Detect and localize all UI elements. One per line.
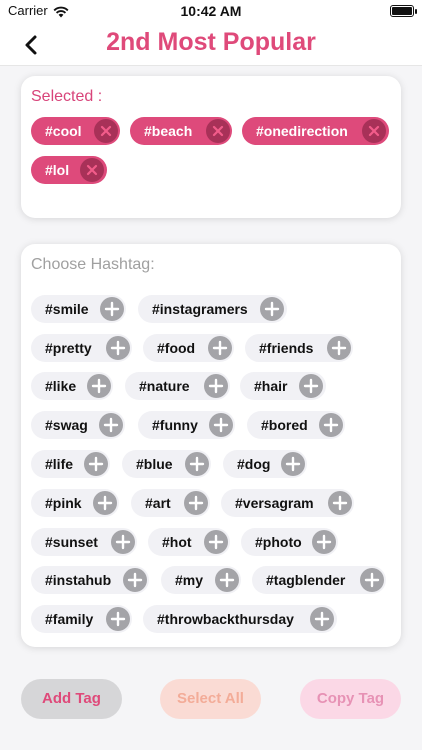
plus-icon[interactable] <box>312 530 336 554</box>
status-bar: Carrier 10:42 AM <box>0 0 422 24</box>
plus-icon[interactable] <box>204 530 228 554</box>
selected-tags-panel: Selected : #cool #beach #onedirection #l… <box>21 76 401 218</box>
hashtag-text: #bored <box>261 417 308 433</box>
status-time: 10:42 AM <box>180 3 242 19</box>
close-icon[interactable] <box>206 119 230 143</box>
hashtag-chip[interactable]: #bored <box>247 411 345 439</box>
selected-tag-chip[interactable]: #onedirection <box>242 117 389 145</box>
hashtag-chip[interactable]: #funny <box>138 411 235 439</box>
hashtag-chip[interactable]: #photo <box>241 528 338 556</box>
plus-icon[interactable] <box>327 336 351 360</box>
plus-icon[interactable] <box>209 413 233 437</box>
plus-icon[interactable] <box>123 568 147 592</box>
plus-icon[interactable] <box>281 452 305 476</box>
hashtag-text: #dog <box>237 456 271 472</box>
hashtag-text: #life <box>45 456 74 472</box>
close-icon[interactable] <box>362 119 386 143</box>
page-title: 2nd Most Popular <box>106 28 316 56</box>
hashtag-chip[interactable]: #food <box>143 334 234 362</box>
hashtag-text: #food <box>157 340 196 356</box>
plus-icon[interactable] <box>260 297 284 321</box>
hashtag-text: #photo <box>255 534 302 550</box>
hashtag-chip[interactable]: #hair <box>240 372 326 400</box>
hashtag-text: #pretty <box>45 340 92 356</box>
hashtag-chip[interactable]: #smile <box>31 295 126 323</box>
selected-tag-chip[interactable]: #lol <box>31 156 107 184</box>
hashtag-chip[interactable]: #blue <box>122 450 211 478</box>
plus-icon[interactable] <box>328 491 352 515</box>
hashtag-text: #instagramers <box>152 301 248 317</box>
hashtag-chip[interactable]: #family <box>31 605 132 633</box>
hashtag-text: #smile <box>45 301 89 317</box>
hashtag-chip[interactable]: #my <box>161 566 241 594</box>
plus-icon[interactable] <box>87 374 111 398</box>
plus-icon[interactable] <box>185 452 209 476</box>
selected-tag-text: #cool <box>45 123 82 139</box>
hashtag-text: #swag <box>45 417 88 433</box>
plus-icon[interactable] <box>319 413 343 437</box>
hashtag-text: #sunset <box>45 534 98 550</box>
select-all-button[interactable]: Select All <box>160 679 261 719</box>
hashtag-chip[interactable]: #tagblender <box>252 566 386 594</box>
selected-tag-text: #lol <box>45 162 70 178</box>
plus-icon[interactable] <box>93 491 117 515</box>
hashtag-chip[interactable]: #friends <box>245 334 353 362</box>
hashtag-text: #pink <box>45 495 82 511</box>
selected-tag-text: #onedirection <box>256 123 348 139</box>
hashtag-chip[interactable]: #pink <box>31 489 119 517</box>
plus-icon[interactable] <box>106 607 130 631</box>
hashtag-text: #my <box>175 572 204 588</box>
hashtag-chip[interactable]: #like <box>31 372 113 400</box>
plus-icon[interactable] <box>299 374 323 398</box>
plus-icon[interactable] <box>184 491 208 515</box>
hashtag-chip[interactable]: #hot <box>148 528 230 556</box>
selected-tag-text: #beach <box>144 123 193 139</box>
hashtag-chip[interactable]: #life <box>31 450 110 478</box>
hashtag-text: #instahub <box>45 572 112 588</box>
hashtag-chip[interactable]: #nature <box>125 372 230 400</box>
plus-icon[interactable] <box>360 568 384 592</box>
plus-icon[interactable] <box>100 297 124 321</box>
battery-icon <box>390 5 417 17</box>
plus-icon[interactable] <box>111 530 135 554</box>
hashtag-chip[interactable]: #dog <box>223 450 307 478</box>
hashtag-chip[interactable]: #art <box>131 489 210 517</box>
selected-label: Selected : <box>31 88 103 105</box>
selected-tag-chip[interactable]: #beach <box>130 117 232 145</box>
choose-hashtag-label: Choose Hashtag: <box>31 256 155 273</box>
hashtag-text: #versagram <box>235 495 314 511</box>
plus-icon[interactable] <box>106 336 130 360</box>
navigation-bar: 2nd Most Popular <box>0 24 422 66</box>
plus-icon[interactable] <box>99 413 123 437</box>
add-tag-button[interactable]: Add Tag <box>21 679 122 719</box>
hashtag-text: #nature <box>139 378 190 394</box>
plus-icon[interactable] <box>84 452 108 476</box>
plus-icon[interactable] <box>310 607 334 631</box>
copy-tag-button[interactable]: Copy Tag <box>300 679 401 719</box>
hashtag-chip[interactable]: #throwbackthursday <box>143 605 337 633</box>
hashtag-text: #tagblender <box>266 572 346 588</box>
hashtag-text: #family <box>45 611 94 627</box>
hashtag-text: #hot <box>162 534 192 550</box>
hashtag-text: #like <box>45 378 77 394</box>
choose-hashtag-panel: Choose Hashtag: #smile #instagramers #pr… <box>21 244 401 647</box>
hashtag-text: #funny <box>152 417 198 433</box>
plus-icon[interactable] <box>204 374 228 398</box>
hashtag-text: #blue <box>136 456 173 472</box>
selected-tag-chip[interactable]: #cool <box>31 117 120 145</box>
plus-icon[interactable] <box>208 336 232 360</box>
hashtag-text: #throwbackthursday <box>157 611 294 627</box>
hashtag-chip[interactable]: #pretty <box>31 334 132 362</box>
hashtag-chip[interactable]: #versagram <box>221 489 354 517</box>
hashtag-text: #friends <box>259 340 314 356</box>
hashtag-chip[interactable]: #swag <box>31 411 125 439</box>
hashtag-text: #hair <box>254 378 288 394</box>
hashtag-text: #art <box>145 495 171 511</box>
close-icon[interactable] <box>80 158 104 182</box>
hashtag-chip[interactable]: #instagramers <box>138 295 287 323</box>
close-icon[interactable] <box>94 119 118 143</box>
hashtag-chip[interactable]: #sunset <box>31 528 137 556</box>
plus-icon[interactable] <box>215 568 239 592</box>
hashtag-chip[interactable]: #instahub <box>31 566 149 594</box>
